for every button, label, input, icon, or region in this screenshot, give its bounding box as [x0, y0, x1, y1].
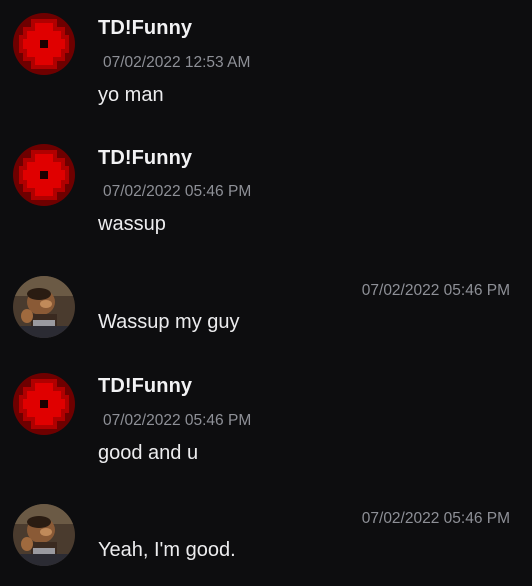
user-avatar-icon[interactable]	[13, 373, 75, 435]
author-name[interactable]: TD!Funny	[98, 375, 192, 398]
character-avatar-icon[interactable]	[13, 276, 75, 338]
message: TD!Funny 07/02/2022 05:46 PM good and u	[0, 360, 532, 490]
user-avatar-icon[interactable]	[13, 13, 75, 75]
message: TD!Funny 07/02/2022 12:53 AM yo man	[0, 0, 532, 130]
message: TD!Funny 07/02/2022 05:46 PM wassup	[0, 130, 532, 260]
message-text: good and u	[98, 442, 199, 464]
author-name[interactable]: TD!Funny	[98, 17, 192, 40]
user-avatar-icon[interactable]	[13, 144, 75, 206]
message-timestamp: 07/02/2022 12:53 AM	[103, 54, 251, 71]
character-avatar-icon[interactable]	[13, 504, 75, 566]
message: 07/02/2022 05:46 PM Wassup my guy	[0, 260, 532, 360]
author-name[interactable]: TD!Funny	[98, 147, 192, 170]
message-text: yo man	[98, 84, 164, 106]
chat-log: { "messages": [ {"author": "TD!Funny", "…	[0, 0, 532, 586]
message-timestamp: 07/02/2022 05:46 PM	[103, 183, 252, 200]
message-text: Wassup my guy	[98, 311, 240, 333]
message: 07/02/2022 05:46 PM Yeah, I'm good.	[0, 490, 532, 586]
message-timestamp: 07/02/2022 05:46 PM	[361, 510, 510, 527]
message-text: wassup	[98, 213, 166, 235]
message-timestamp: 07/02/2022 05:46 PM	[361, 282, 510, 299]
message-text: Yeah, I'm good.	[98, 539, 236, 561]
message-timestamp: 07/02/2022 05:46 PM	[103, 412, 252, 429]
